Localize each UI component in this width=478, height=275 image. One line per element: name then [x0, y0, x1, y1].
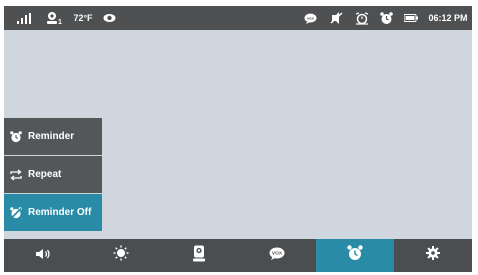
alarm-off-icon — [10, 206, 22, 219]
camera-button[interactable] — [160, 239, 238, 272]
alarm-clock-icon — [377, 6, 395, 30]
menu-item-label: Reminder Off — [28, 207, 92, 218]
sun-icon — [113, 245, 129, 266]
volume-button[interactable] — [4, 239, 82, 272]
alarm-button[interactable] — [316, 239, 394, 272]
alarm-clock-icon — [10, 130, 22, 143]
menu-item-label: Repeat — [28, 169, 62, 180]
menu-item-label: Reminder — [28, 131, 75, 142]
eye-icon — [101, 6, 117, 30]
camera-number: 1 — [58, 18, 62, 26]
status-bar: 1 72°F vox 06:12 PM — [4, 6, 472, 30]
settings-button[interactable] — [394, 239, 472, 272]
brightness-button[interactable] — [82, 239, 160, 272]
alarm-active-icon — [353, 6, 371, 30]
baby-monitor-icon — [46, 11, 58, 25]
reminder-menu: Reminder Repeat Reminder Off — [4, 118, 102, 232]
menu-item-repeat[interactable]: Repeat — [4, 156, 102, 193]
menu-item-reminder[interactable]: Reminder — [4, 118, 102, 155]
bottom-toolbar: VOX — [4, 239, 472, 272]
vox-label: VOX — [272, 250, 283, 256]
vox-button[interactable]: VOX — [238, 239, 316, 272]
menu-item-reminder-off[interactable]: Reminder Off — [4, 194, 102, 231]
mic-off-icon — [327, 6, 345, 30]
repeat-icon — [10, 168, 22, 181]
speaker-icon — [35, 247, 51, 265]
alarm-clock-icon — [347, 245, 363, 266]
gear-icon — [426, 246, 440, 265]
baby-camera-icon — [193, 245, 205, 267]
device-screen: 1 72°F vox 06:12 PM Reminder Repeat Remi… — [4, 6, 472, 272]
svg-text:vox: vox — [307, 15, 315, 20]
temperature-readout: 72°F — [73, 13, 93, 23]
vox-icon: vox — [301, 6, 319, 30]
camera-link-status: 1 — [42, 6, 66, 30]
vox-icon: VOX — [269, 247, 285, 265]
battery-icon — [402, 6, 420, 30]
clock-time: 06:12 PM — [428, 13, 468, 23]
signal-bars-icon — [16, 6, 32, 30]
